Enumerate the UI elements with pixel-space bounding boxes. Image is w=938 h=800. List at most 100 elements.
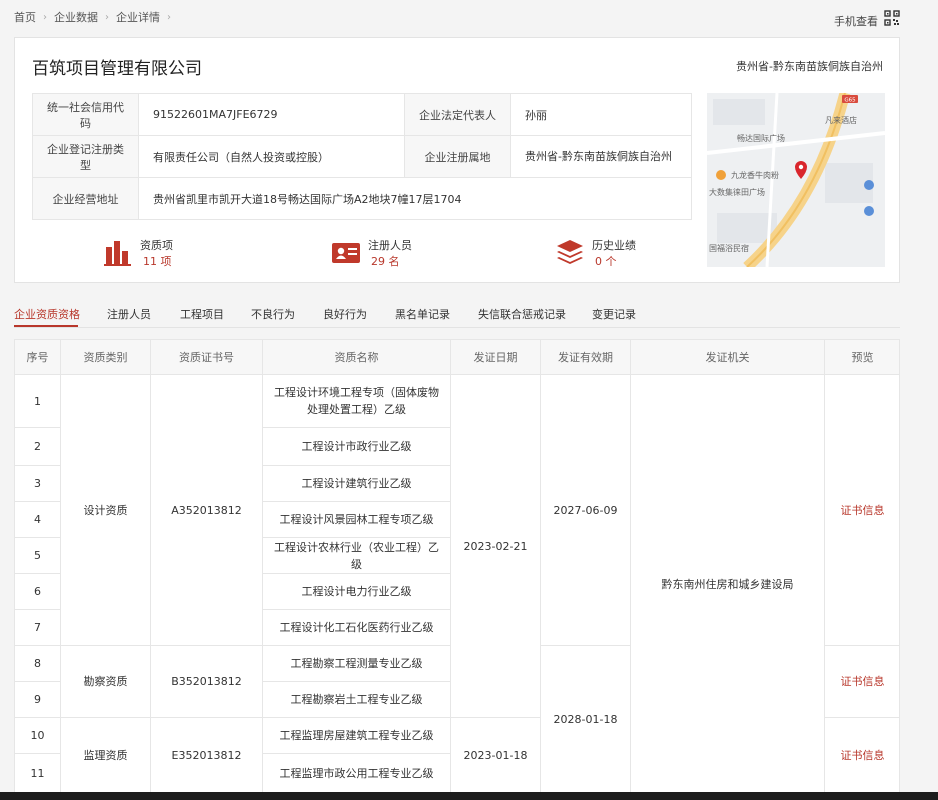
qr-code-icon[interactable] xyxy=(884,10,900,26)
breadcrumb-enterprise-detail[interactable]: 企业详情 xyxy=(116,9,160,25)
table-header-cell: 发证有效期 xyxy=(541,340,631,375)
qualification-name: 工程勘察工程测量专业乙级 xyxy=(263,646,451,682)
table-header-cell: 资质类别 xyxy=(61,340,151,375)
tab-blacklist[interactable]: 黑名单记录 xyxy=(395,306,450,322)
qualification-name: 工程设计市政行业乙级 xyxy=(263,428,451,466)
certificate-number: A352013812 xyxy=(151,375,263,646)
qualification-name: 工程设计农林行业（农业工程）乙级 xyxy=(263,538,451,574)
preview-cell: 证书信息 xyxy=(825,375,899,646)
top-bar: 首页 › 企业数据 › 企业详情 › 手机查看 xyxy=(0,0,938,34)
qualification-name: 工程监理房屋建筑工程专业乙级 xyxy=(263,718,451,754)
qualification-name: 工程设计化工石化医药行业乙级 xyxy=(263,610,451,646)
qualification-name: 工程设计建筑行业乙级 xyxy=(263,466,451,502)
reg-type-value: 有限责任公司（自然人投资或控股） xyxy=(138,135,405,178)
breadcrumb-home[interactable]: 首页 xyxy=(14,9,36,25)
preview-cell: 证书信息 xyxy=(825,718,899,792)
company-name: 百筑项目管理有限公司 xyxy=(32,59,202,79)
qualification-name: 工程设计环境工程专项（固体废物处理处置工程）乙级 xyxy=(263,375,451,428)
reg-place-label: 企业注册属地 xyxy=(404,135,511,178)
stat-qualifications-label: 资质项 xyxy=(140,239,173,252)
certificate-info-link[interactable]: 证书信息 xyxy=(841,673,885,690)
table-row-number: 5 xyxy=(15,538,61,574)
certificate-info-link[interactable]: 证书信息 xyxy=(841,502,885,519)
qualification-name: 工程设计电力行业乙级 xyxy=(263,574,451,610)
stat-qualifications-value: 11 项 xyxy=(143,255,172,268)
qualification-name: 工程设计风景园林工程专项乙级 xyxy=(263,502,451,538)
tab-good-behavior[interactable]: 良好行为 xyxy=(323,306,367,322)
tab-qualifications[interactable]: 企业资质资格 xyxy=(14,306,80,322)
active-tab-indicator xyxy=(14,325,78,327)
credit-code-label: 统一社会信用代码 xyxy=(32,93,139,136)
certificate-number: B352013812 xyxy=(151,646,263,718)
table-header-cell: 发证机关 xyxy=(631,340,825,375)
table-row-number: 2 xyxy=(15,428,61,466)
certificate-info-link[interactable]: 证书信息 xyxy=(841,747,885,764)
legal-rep-label: 企业法定代表人 xyxy=(404,93,511,136)
stat-history-performance-label: 历史业绩 xyxy=(592,239,636,252)
qualification-category: 监理资质 xyxy=(61,718,151,792)
tab-projects[interactable]: 工程项目 xyxy=(180,306,224,322)
map-label-3: 九龙香牛肉粉 xyxy=(731,170,779,180)
table-row-number: 8 xyxy=(15,646,61,682)
credit-code-value: 91522601MA7JFE6729 xyxy=(138,93,405,136)
table-header-cell: 资质名称 xyxy=(263,340,451,375)
table-row-number: 7 xyxy=(15,610,61,646)
table-row-number: 9 xyxy=(15,682,61,718)
breadcrumb-separator-icon: › xyxy=(43,11,47,23)
legal-rep-value: 孙丽 xyxy=(510,93,692,136)
table-row-number: 10 xyxy=(15,718,61,754)
company-stats: 资质项 11 项 注册人员 29 名 历史业绩 0 个 xyxy=(103,234,663,274)
breadcrumb-separator-icon: › xyxy=(105,11,109,23)
breadcrumb: 首页 › 企业数据 › 企业详情 › xyxy=(14,9,178,25)
table-header-cell: 资质证书号 xyxy=(151,340,263,375)
breadcrumb-enterprise-data[interactable]: 企业数据 xyxy=(54,9,98,25)
table-header-cell: 发证日期 xyxy=(451,340,541,375)
detail-tabs: 企业资质资格 注册人员 工程项目 不良行为 良好行为 黑名单记录 失信联合惩戒记… xyxy=(14,300,900,328)
company-region: 贵州省-黔东南苗族侗族自治州 xyxy=(736,60,883,73)
qualification-name: 工程监理市政公用工程专业乙级 xyxy=(263,754,451,792)
tab-bad-behavior[interactable]: 不良行为 xyxy=(251,306,295,322)
tab-joint-punishment[interactable]: 失信联合惩戒记录 xyxy=(478,306,566,322)
reg-type-label: 企业登记注册类型 xyxy=(32,135,139,178)
location-map[interactable]: G65 畅达国际广场 凡来酒店 九龙香牛肉粉 大数集徕田广场 国福浴民宿 xyxy=(707,93,885,267)
layers-icon xyxy=(557,240,583,264)
table-header-cell: 预览 xyxy=(825,340,899,375)
page: 首页 › 企业数据 › 企业详情 › 手机查看 百筑项目管理有限公司 贵州省-黔… xyxy=(0,0,938,800)
bottom-bar xyxy=(0,792,938,800)
stat-history-performance-value: 0 个 xyxy=(595,255,617,268)
reg-place-value: 贵州省-黔东南苗族侗族自治州 xyxy=(510,135,692,178)
address-label: 企业经营地址 xyxy=(32,177,139,220)
qualification-name: 工程勘察岩土工程专业乙级 xyxy=(263,682,451,718)
map-graphic: G65 畅达国际广场 凡来酒店 九龙香牛肉粉 大数集徕田广场 国福浴民宿 xyxy=(707,93,885,267)
table-header-cell: 序号 xyxy=(15,340,61,375)
person-card-icon xyxy=(332,243,360,263)
map-label-5: 国福浴民宿 xyxy=(709,243,749,253)
issue-date: 2023-01-18 xyxy=(451,718,541,792)
map-label-2: 凡来酒店 xyxy=(825,115,857,125)
table-row-number: 3 xyxy=(15,466,61,502)
certificate-number: E352013812 xyxy=(151,718,263,792)
qualification-category: 设计资质 xyxy=(61,375,151,646)
stat-registered-staff-label: 注册人员 xyxy=(368,239,412,252)
table-row-number: 6 xyxy=(15,574,61,610)
company-info-table: 统一社会信用代码 91522601MA7JFE6729 企业法定代表人 孙丽 企… xyxy=(32,93,692,220)
table-row-number: 4 xyxy=(15,502,61,538)
issue-date: 2023-02-21 xyxy=(451,375,541,718)
mobile-view-link[interactable]: 手机查看 xyxy=(834,13,878,29)
tab-change-records[interactable]: 变更记录 xyxy=(592,306,636,322)
tab-registered-staff[interactable]: 注册人员 xyxy=(107,306,151,322)
qualification-category: 勘察资质 xyxy=(61,646,151,718)
company-card: 百筑项目管理有限公司 贵州省-黔东南苗族侗族自治州 统一社会信用代码 91522… xyxy=(14,37,900,283)
issuing-authority: 黔东南州住房和城乡建设局 xyxy=(631,375,825,792)
address-value: 贵州省凯里市凯开大道18号畅达国际广场A2地块7幢17层1704 xyxy=(138,177,692,220)
qualification-table: 序号 资质类别 资质证书号 资质名称 发证日期 发证有效期 发证机关 预览 1 工程设计环境工程专… xyxy=(14,339,900,793)
valid-until-date: 2027-06-09 xyxy=(541,375,631,646)
table-row-number: 11 xyxy=(15,754,61,792)
building-chart-icon xyxy=(104,241,131,266)
preview-cell: 证书信息 xyxy=(825,646,899,718)
valid-until-date: 2028-01-18 xyxy=(541,646,631,792)
map-label-1: 畅达国际广场 xyxy=(737,133,785,143)
map-label-4: 大数集徕田广场 xyxy=(709,187,765,197)
table-row-number: 1 xyxy=(15,375,61,428)
map-label-0: G65 xyxy=(844,98,856,104)
